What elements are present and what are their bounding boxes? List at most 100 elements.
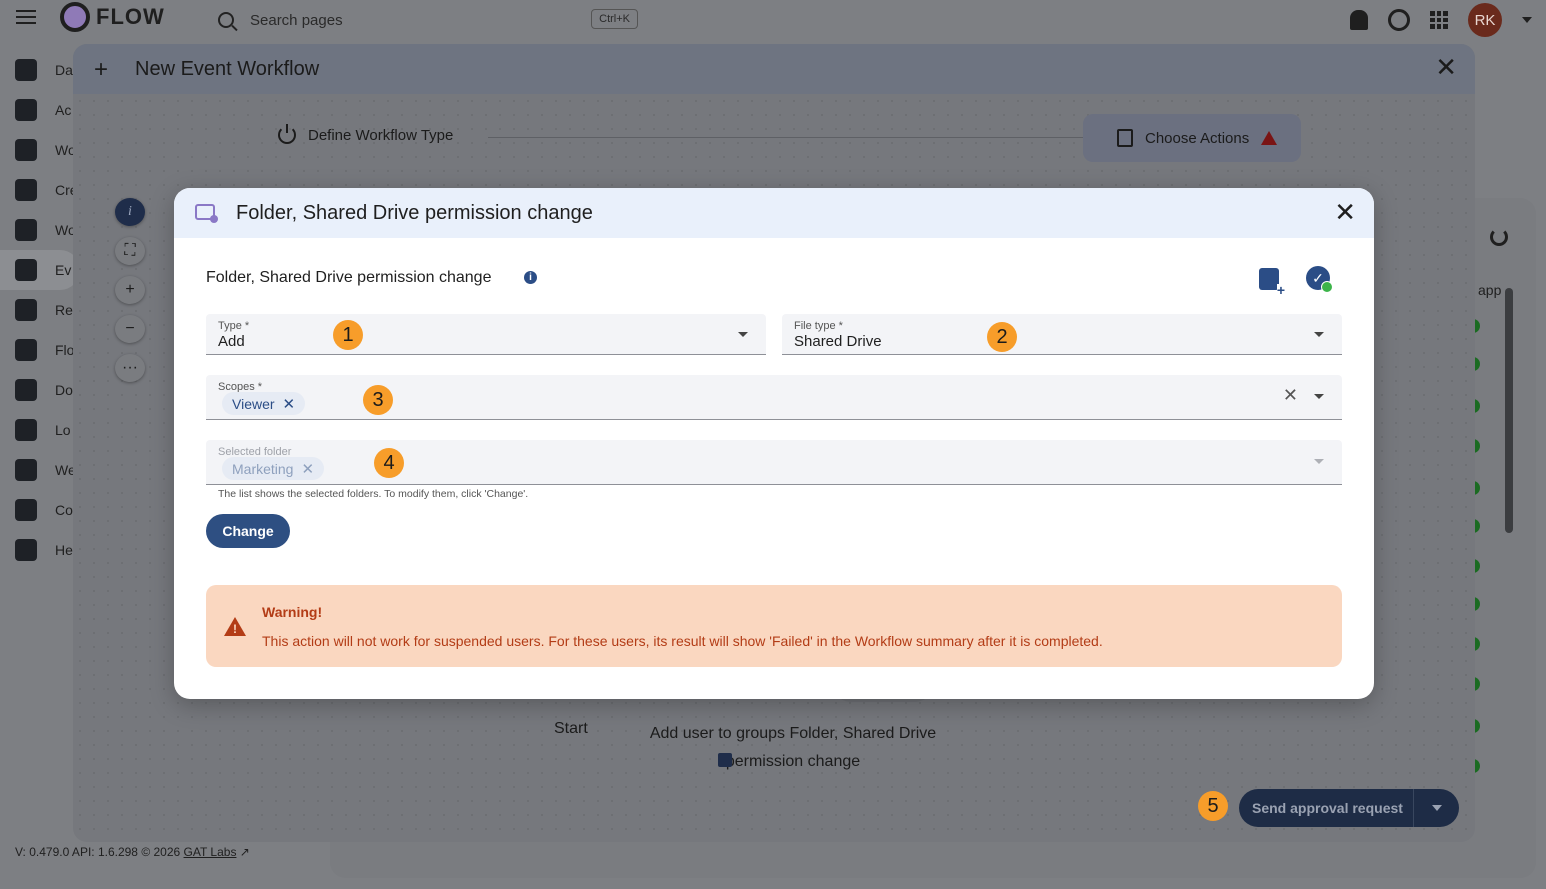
refresh-icon[interactable] [1490, 228, 1508, 246]
confirm-check-icon[interactable]: ✓ [1306, 266, 1333, 293]
user-avatar[interactable]: RK [1468, 3, 1502, 37]
table-header-cell: app [1478, 282, 1502, 298]
selected-folder-helper-text: The list shows the selected folders. To … [218, 488, 529, 500]
notifications-icon[interactable] [1350, 10, 1368, 30]
sidebar-item-logs[interactable]: Lo [0, 410, 80, 450]
alarm-icon [15, 259, 37, 281]
power-icon [278, 124, 296, 144]
sidebar-item-config[interactable]: Co [0, 490, 80, 530]
sidebar-item-domain[interactable]: Do [0, 370, 80, 410]
start-node-label: Start [554, 720, 588, 737]
zoom-out-button[interactable]: − [115, 315, 145, 343]
webhook-icon [15, 459, 37, 481]
step-badge: 4 [374, 448, 404, 478]
step-badge: 1 [333, 320, 363, 350]
change-button[interactable]: Change [206, 514, 290, 548]
chevron-down-icon [1314, 459, 1324, 464]
info-icon[interactable]: i [524, 271, 537, 284]
app-logo[interactable]: FLOW [60, 2, 165, 32]
sidebar-item-reports[interactable]: Re [0, 290, 80, 330]
search-placeholder: Search pages [250, 11, 343, 29]
remove-chip-icon[interactable]: ✕ [283, 395, 296, 413]
step-choose-actions[interactable]: Choose Actions [1083, 114, 1301, 162]
close-icon[interactable]: ✕ [1435, 54, 1457, 80]
workflow-dialog-title: New Event Workflow [135, 58, 320, 80]
people-icon [15, 379, 37, 401]
permission-change-modal: Folder, Shared Drive permission change ✕… [174, 188, 1374, 699]
stepper-connector [488, 137, 1088, 138]
canvas-toolbar: i ⛶ + − ··· [115, 198, 145, 382]
search-bar[interactable]: Search pages Ctrl+K [210, 6, 640, 34]
gear-icon [15, 499, 37, 521]
workflow-dialog-header: + New Event Workflow ✕ [73, 44, 1475, 94]
send-approval-request-button[interactable]: Send approval request [1239, 789, 1459, 827]
zoom-in-button[interactable]: + [115, 276, 145, 304]
add-to-list-icon[interactable] [1259, 268, 1285, 296]
dashboard-icon [15, 59, 37, 81]
sidebar-item-dashboard[interactable]: Da [0, 50, 80, 90]
sidebar-item-help[interactable]: He [0, 530, 80, 570]
search-icon [218, 12, 234, 28]
modal-title: Folder, Shared Drive permission change [236, 202, 593, 224]
warning-alert: Warning! This action will not work for s… [206, 585, 1342, 667]
warning-icon [1261, 131, 1278, 145]
modal-header: Folder, Shared Drive permission change ✕ [174, 188, 1374, 238]
scrollbar[interactable] [1505, 288, 1513, 533]
sidebar-item-flows[interactable]: Flo [0, 330, 80, 370]
sidebar-item-webhooks[interactable]: We [0, 450, 80, 490]
search-shortcut: Ctrl+K [591, 9, 638, 29]
step-define-workflow-type[interactable]: Define Workflow Type [278, 124, 453, 144]
apps-grid-icon[interactable] [1430, 11, 1448, 29]
close-icon[interactable]: ✕ [1334, 198, 1356, 226]
step-badge: 3 [363, 385, 393, 415]
sidebar-item-create[interactable]: Cre [0, 170, 80, 210]
theme-toggle-icon[interactable] [1388, 9, 1410, 31]
actions-icon [15, 99, 37, 121]
sidebar: Da Ac Wo Cre Wo Ev Re Flo Do Lo We Co He [0, 50, 80, 570]
sidebar-item-workflow-tree[interactable]: Wo [0, 210, 80, 250]
step-badge: 5 [1198, 791, 1228, 821]
plus-icon: + [94, 56, 109, 83]
remove-chip-icon: ✕ [301, 460, 315, 478]
app-name: FLOW [96, 4, 165, 29]
type-select[interactable]: Type * Add [206, 314, 766, 355]
folder-permission-icon [195, 204, 218, 223]
sidebar-item-events[interactable]: Ev [0, 250, 80, 290]
scope-chip[interactable]: Viewer ✕ [222, 392, 306, 415]
warning-title: Warning! [262, 604, 323, 620]
logo-icon [60, 2, 90, 32]
action-node-label: Add user to groups Folder, Shared Drive … [649, 725, 937, 770]
top-bar: FLOW Search pages Ctrl+K RK [0, 0, 1546, 40]
file-type-select[interactable]: File type * Shared Drive [782, 314, 1342, 355]
action-node-icon [718, 753, 732, 767]
send-options-dropdown[interactable] [1414, 805, 1459, 811]
version-info: V: 0.479.0 API: 1.6.298 © 2026 GAT Labs … [15, 845, 250, 859]
branch-icon [15, 179, 37, 201]
account-menu-chevron-icon[interactable] [1522, 17, 1532, 23]
chevron-down-icon [1314, 394, 1324, 399]
modal-subtitle: Folder, Shared Drive permission change [206, 269, 492, 286]
folder-chip: Marketing ✕ [222, 457, 325, 480]
clock-icon [15, 299, 37, 321]
flow-icon [15, 339, 37, 361]
chevron-down-icon [1431, 805, 1442, 811]
warning-message: This action will not work for suspended … [262, 633, 1103, 649]
workflow-stepper: Define Workflow Type Choose Actions [278, 114, 1303, 162]
tree-icon [15, 219, 37, 241]
menu-icon[interactable] [16, 10, 36, 28]
company-link[interactable]: GAT Labs [184, 845, 237, 859]
workflows-icon [15, 139, 37, 161]
logs-icon [15, 419, 37, 441]
more-options-button[interactable]: ··· [115, 354, 145, 382]
help-icon [15, 539, 37, 561]
fit-view-button[interactable]: ⛶ [115, 237, 145, 265]
sidebar-item-actions[interactable]: Ac [0, 90, 80, 130]
clear-icon[interactable]: ✕ [1283, 385, 1298, 406]
chevron-down-icon [738, 332, 748, 337]
info-button[interactable]: i [115, 198, 145, 226]
warning-icon [224, 617, 246, 636]
chevron-down-icon [1314, 332, 1324, 337]
sidebar-item-workflows[interactable]: Wo [0, 130, 80, 170]
actions-step-icon [1117, 129, 1133, 147]
step-badge: 2 [987, 322, 1017, 352]
